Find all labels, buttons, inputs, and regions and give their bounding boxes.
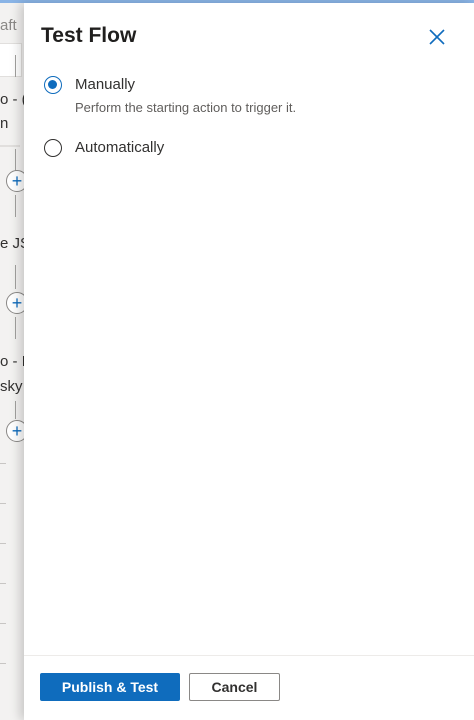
canvas-tick xyxy=(0,503,6,504)
option-manually-description: Perform the starting action to trigger i… xyxy=(75,100,297,115)
cancel-button[interactable]: Cancel xyxy=(189,673,280,701)
close-icon xyxy=(429,29,445,45)
radio-manually[interactable] xyxy=(44,76,62,94)
canvas-tick xyxy=(0,543,6,544)
radio-automatically[interactable] xyxy=(44,139,62,157)
canvas-tick xyxy=(0,463,6,464)
canvas-tick xyxy=(0,623,6,624)
connector-line xyxy=(15,401,16,419)
canvas-step-fragment: n xyxy=(0,115,9,132)
option-manually-label: Manually xyxy=(75,76,136,93)
canvas-draft-fragment: aft xyxy=(0,17,17,34)
connector-line xyxy=(15,265,16,289)
footer-divider xyxy=(24,655,474,656)
flow-step-card xyxy=(0,43,22,77)
test-flow-panel: Test Flow Manually Perform the starting … xyxy=(24,3,474,720)
close-button[interactable] xyxy=(426,26,448,48)
option-automatically[interactable]: Automatically xyxy=(44,139,164,157)
connector-line xyxy=(15,55,16,77)
option-automatically-label: Automatically xyxy=(75,139,165,156)
connector-line xyxy=(15,317,16,339)
canvas-tick xyxy=(0,663,6,664)
canvas-tick xyxy=(0,583,6,584)
publish-and-test-button[interactable]: Publish & Test xyxy=(40,673,180,701)
canvas-step-fragment: o - ( xyxy=(0,91,27,108)
connector-line xyxy=(15,195,16,217)
option-manually[interactable]: Manually Perform the starting action to … xyxy=(44,76,296,115)
connector-line xyxy=(15,149,16,171)
canvas-step-fragment: sky xyxy=(0,378,23,395)
panel-title: Test Flow xyxy=(41,24,137,47)
flow-step-divider xyxy=(0,145,20,147)
canvas-step-fragment: o - I xyxy=(0,353,26,370)
